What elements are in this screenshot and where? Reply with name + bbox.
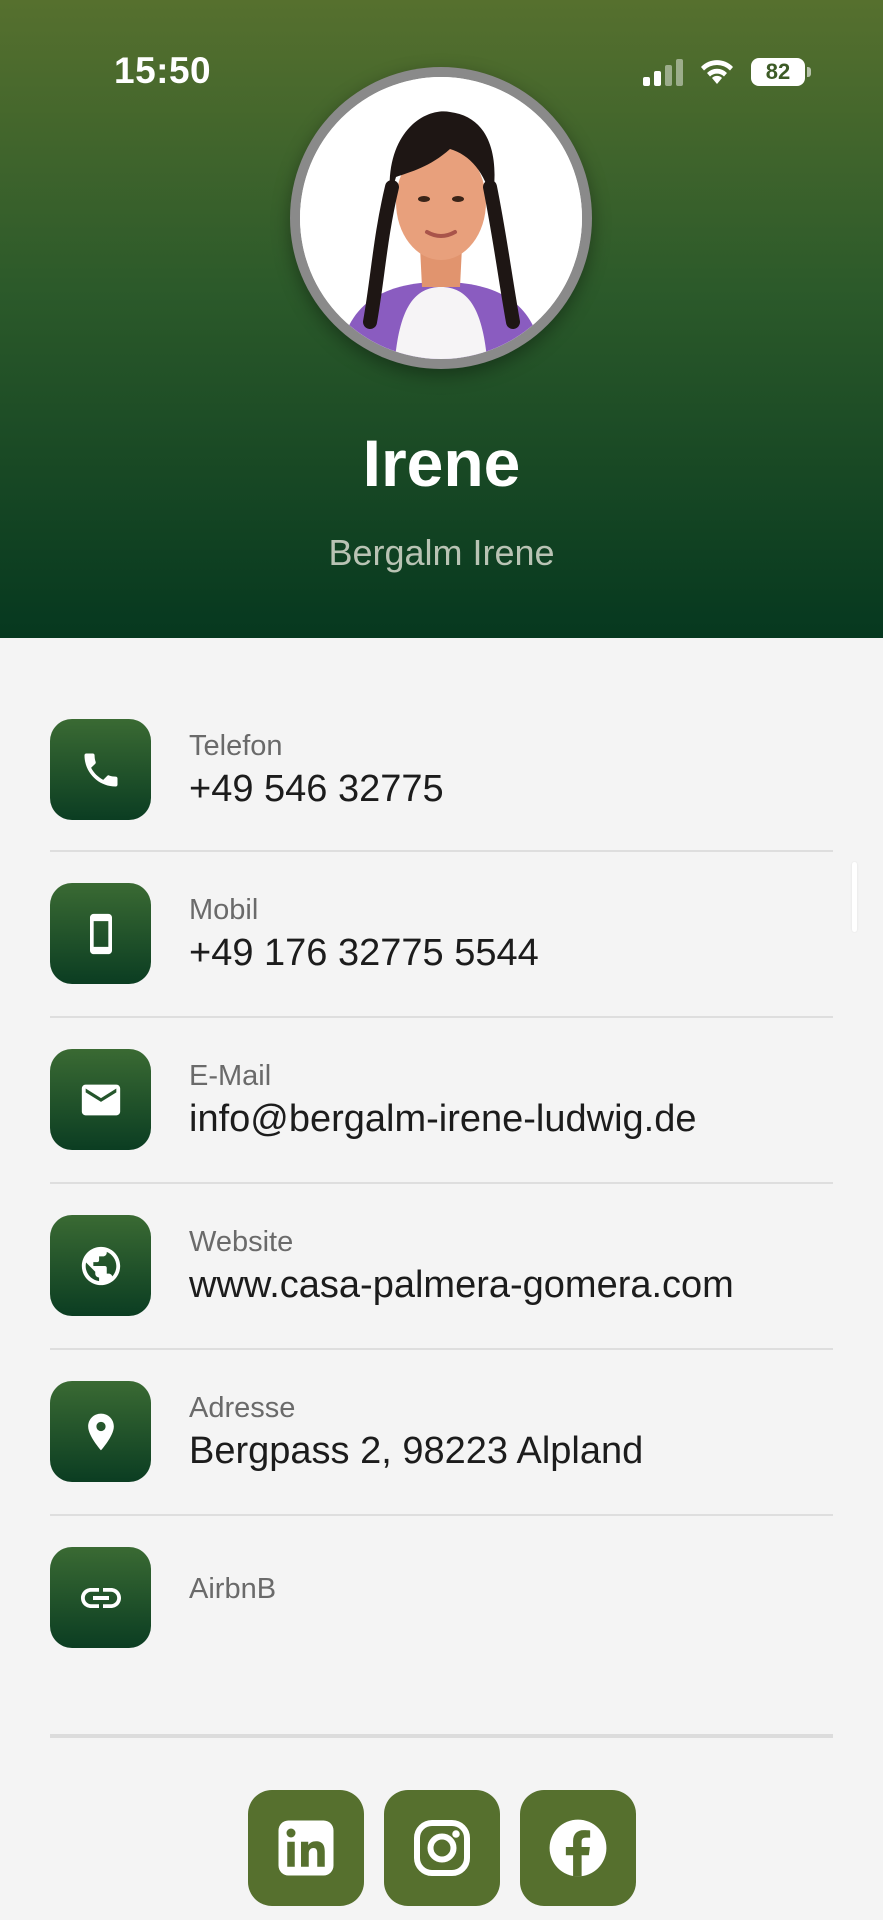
mobile-phone-icon [50, 883, 151, 984]
wifi-icon [701, 60, 733, 84]
instagram-icon [413, 1820, 470, 1876]
linkedin-button[interactable] [247, 1790, 364, 1906]
contact-value: www.casa-palmera-gomera.com [189, 1264, 734, 1306]
contact-value: +49 176 32775 5544 [189, 932, 539, 974]
cellular-signal-icon [643, 58, 683, 86]
battery-icon: 82 [751, 58, 811, 86]
profile-subtitle: Bergalm Irene [328, 532, 555, 573]
contact-row-website[interactable]: Website www.casa-palmera-gomera.com [50, 1184, 833, 1350]
contact-value: Bergpass 2, 98223 Alpland [189, 1430, 644, 1472]
facebook-button[interactable] [519, 1790, 636, 1906]
contact-row-airbnb[interactable]: AirbnB [50, 1516, 833, 1680]
instagram-button[interactable] [383, 1790, 500, 1906]
profile-header: 15:50 82 Irene Bergalm Irene [0, 0, 883, 638]
facebook-icon [549, 1819, 606, 1877]
globe-icon [50, 1215, 151, 1316]
profile-photo [300, 77, 582, 359]
status-time: 15:50 [114, 50, 212, 91]
contact-row-adresse[interactable]: Adresse Bergpass 2, 98223 Alpland [50, 1350, 833, 1516]
phone-icon [50, 719, 151, 820]
contact-label: Website [189, 1226, 294, 1258]
contact-label: Adresse [189, 1392, 296, 1424]
contact-list: Telefon +49 546 32775 Mobil +49 176 3277… [50, 638, 833, 1680]
linkedin-icon [278, 1820, 333, 1876]
contact-value: info@bergalm-irene-ludwig.de [189, 1098, 697, 1140]
profile-name: Irene [362, 426, 521, 500]
contact-row-email[interactable]: E-Mail info@bergalm-irene-ludwig.de [50, 1018, 833, 1184]
location-pin-icon [50, 1381, 151, 1482]
contact-label: Mobil [189, 894, 259, 926]
avatar[interactable] [290, 67, 592, 369]
battery-level: 82 [765, 59, 791, 84]
contact-row-mobil[interactable]: Mobil +49 176 32775 5544 [50, 852, 833, 1018]
contact-label: E-Mail [189, 1060, 272, 1092]
section-divider [50, 1734, 833, 1738]
contact-label: Telefon [189, 730, 283, 762]
social-links [0, 1790, 883, 1906]
contact-row-telefon[interactable]: Telefon +49 546 32775 [50, 638, 833, 852]
status-icons: 82 [643, 54, 811, 90]
contact-label: AirbnB [189, 1573, 277, 1605]
mail-icon [50, 1049, 151, 1150]
contact-value: +49 546 32775 [189, 768, 444, 810]
scrollbar[interactable] [852, 862, 857, 932]
portrait-illustration [300, 77, 582, 359]
link-icon [50, 1547, 151, 1648]
